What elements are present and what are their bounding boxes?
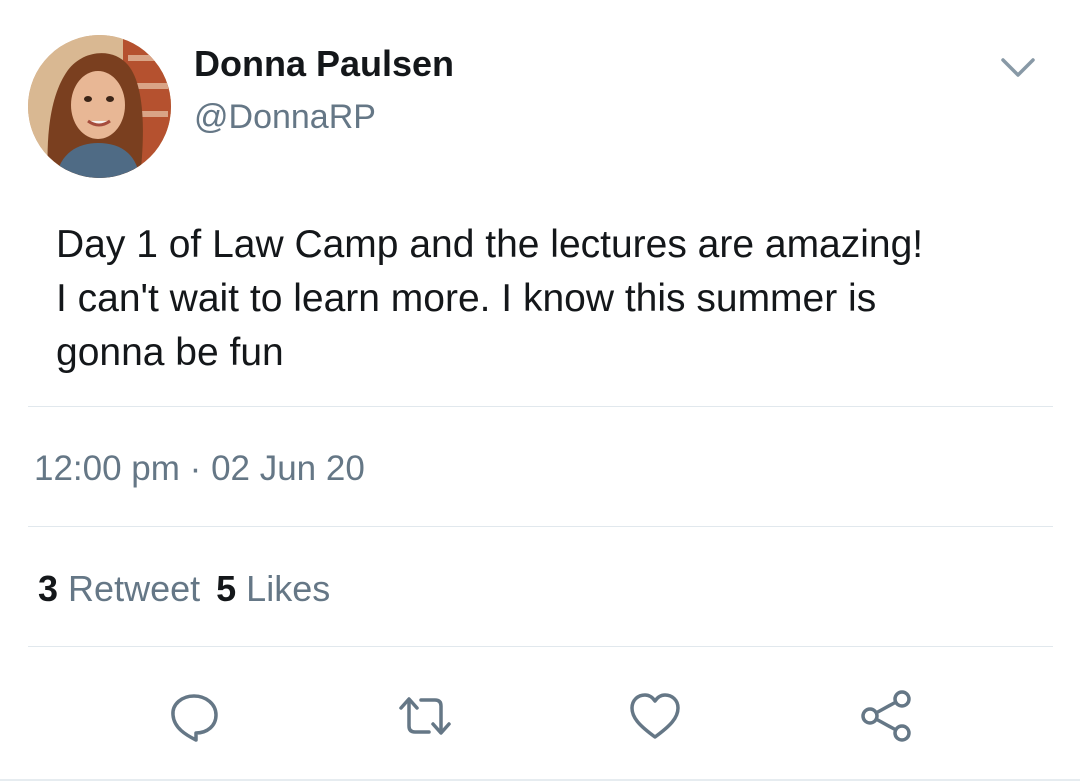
likes-count: 5 [216,568,237,609]
retweet-label: Retweet [68,568,201,609]
tweet-date: 02 Jun 20 [211,449,365,488]
tweet-text-line: I can't wait to learn more. I know this … [56,277,877,320]
more-options-button[interactable] [996,52,1040,84]
action-bar [0,680,1080,752]
avatar-photo [28,35,171,178]
retweet-button[interactable] [389,680,461,752]
timestamp-separator: · [189,449,202,488]
divider [28,406,1053,407]
tweet-timestamp[interactable]: 12:00 pm · 02 Jun 20 [34,448,365,490]
user-handle[interactable]: @DonnaRP [194,96,376,138]
likes-stat[interactable]: 5 Likes [216,568,330,609]
avatar[interactable] [28,35,171,178]
heart-icon [630,693,680,739]
chevron-down-icon [1001,58,1035,77]
reply-icon [171,694,218,742]
tweet-text-line: Day 1 of Law Camp and the lectures are a… [56,223,924,266]
tweet-time: 12:00 pm [34,449,180,488]
reply-button[interactable] [158,680,230,752]
share-button[interactable] [850,680,922,752]
likes-label: Likes [246,568,331,609]
display-name[interactable]: Donna Paulsen [194,42,454,86]
divider [0,779,1080,781]
divider [28,646,1053,647]
tweet-text-line: gonna be fun [56,331,284,374]
tweet-text: Day 1 of Law Camp and the lectures are a… [56,218,1056,380]
retweet-icon [399,697,451,735]
retweet-stat[interactable]: 3 Retweet [38,568,200,609]
tweet-stats: 3 Retweet 5 Likes [38,567,330,611]
tweet-detail: Donna Paulsen @DonnaRP Day 1 of Law Camp… [0,0,1080,782]
retweet-count: 3 [38,568,59,609]
share-icon [861,690,911,742]
divider [28,526,1053,527]
like-button[interactable] [619,680,691,752]
